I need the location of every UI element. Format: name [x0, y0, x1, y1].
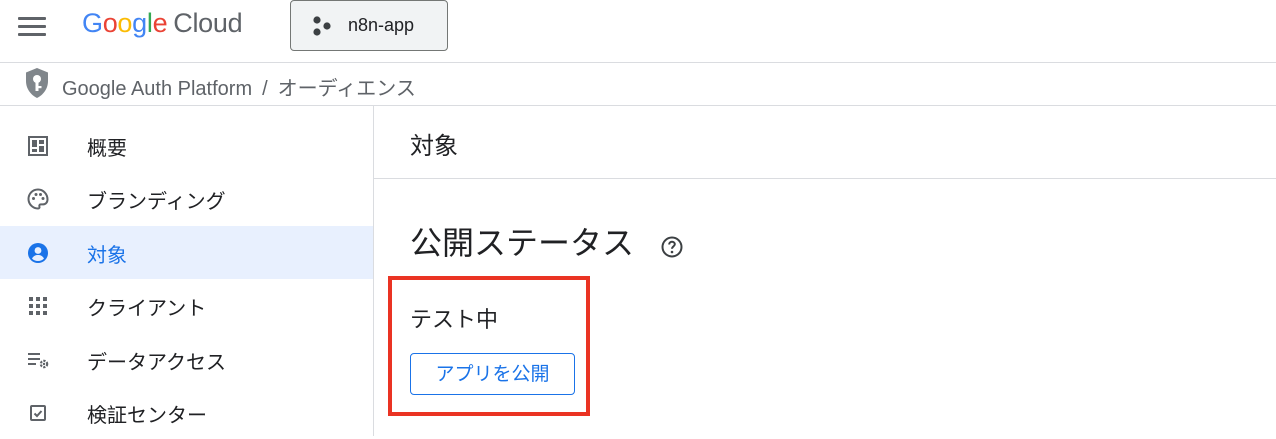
logo-letter: o	[117, 8, 133, 38]
logo-letter: G	[82, 8, 103, 38]
project-hub-icon	[313, 16, 331, 36]
account-circle-icon	[28, 243, 48, 263]
sidebar-item-overview[interactable]: 概要	[0, 119, 373, 172]
sidebar-item-label: 検証センター	[87, 403, 207, 427]
project-name: n8n-app	[348, 15, 415, 35]
help-icon[interactable]	[660, 235, 684, 259]
logo-letter: e	[152, 8, 168, 38]
page-title: 対象	[410, 132, 458, 160]
sidebar-item-label: ブランディング	[87, 189, 226, 213]
publishing-status-text: テスト中	[410, 308, 499, 333]
menu-icon[interactable]	[18, 14, 48, 38]
content-header: 対象	[374, 106, 1276, 179]
project-picker-button[interactable]: n8n-app	[290, 0, 448, 51]
logo-cloud-text: Cloud	[173, 8, 243, 38]
sidebar-item-label: 対象	[87, 243, 127, 267]
sidebar-item-audience[interactable]: 対象	[0, 226, 373, 279]
breadcrumb-root-link[interactable]: Google Auth Platform	[62, 78, 252, 100]
verified-check-icon	[30, 405, 46, 421]
publish-app-button[interactable]: アプリを公開	[410, 353, 575, 395]
google-cloud-logo[interactable]: Google Cloud	[82, 8, 243, 39]
breadcrumb-separator: /	[262, 78, 268, 100]
sidebar-item-label: クライアント	[87, 296, 207, 320]
breadcrumb: Google Auth Platform / オーディエンス	[0, 63, 1276, 106]
sidebar-item-branding[interactable]: ブランディング	[0, 172, 373, 225]
logo-letter: o	[102, 8, 118, 38]
section-title: 公開ステータス	[410, 224, 635, 262]
sidebar-item-label: 概要	[87, 136, 127, 160]
sidebar-item-label: データアクセス	[87, 350, 226, 374]
data-settings-icon	[28, 353, 49, 369]
palette-icon	[27, 188, 49, 210]
shield-key-icon	[26, 68, 48, 98]
dashboard-icon	[28, 136, 48, 156]
sidebar-item-verification-center[interactable]: 検証センター	[0, 386, 373, 439]
breadcrumb-current: オーディエンス	[277, 78, 416, 100]
sidebar-nav: 概要 ブランディング 対象 クライアント データアクセス 検証センター	[0, 106, 374, 436]
sidebar-item-data-access[interactable]: データアクセス	[0, 333, 373, 386]
apps-grid-icon	[29, 297, 47, 315]
logo-letter: g	[132, 8, 147, 38]
top-bar: Google Cloud n8n-app	[0, 0, 1276, 63]
highlight-box	[388, 276, 590, 416]
sidebar-item-clients[interactable]: クライアント	[0, 279, 373, 332]
